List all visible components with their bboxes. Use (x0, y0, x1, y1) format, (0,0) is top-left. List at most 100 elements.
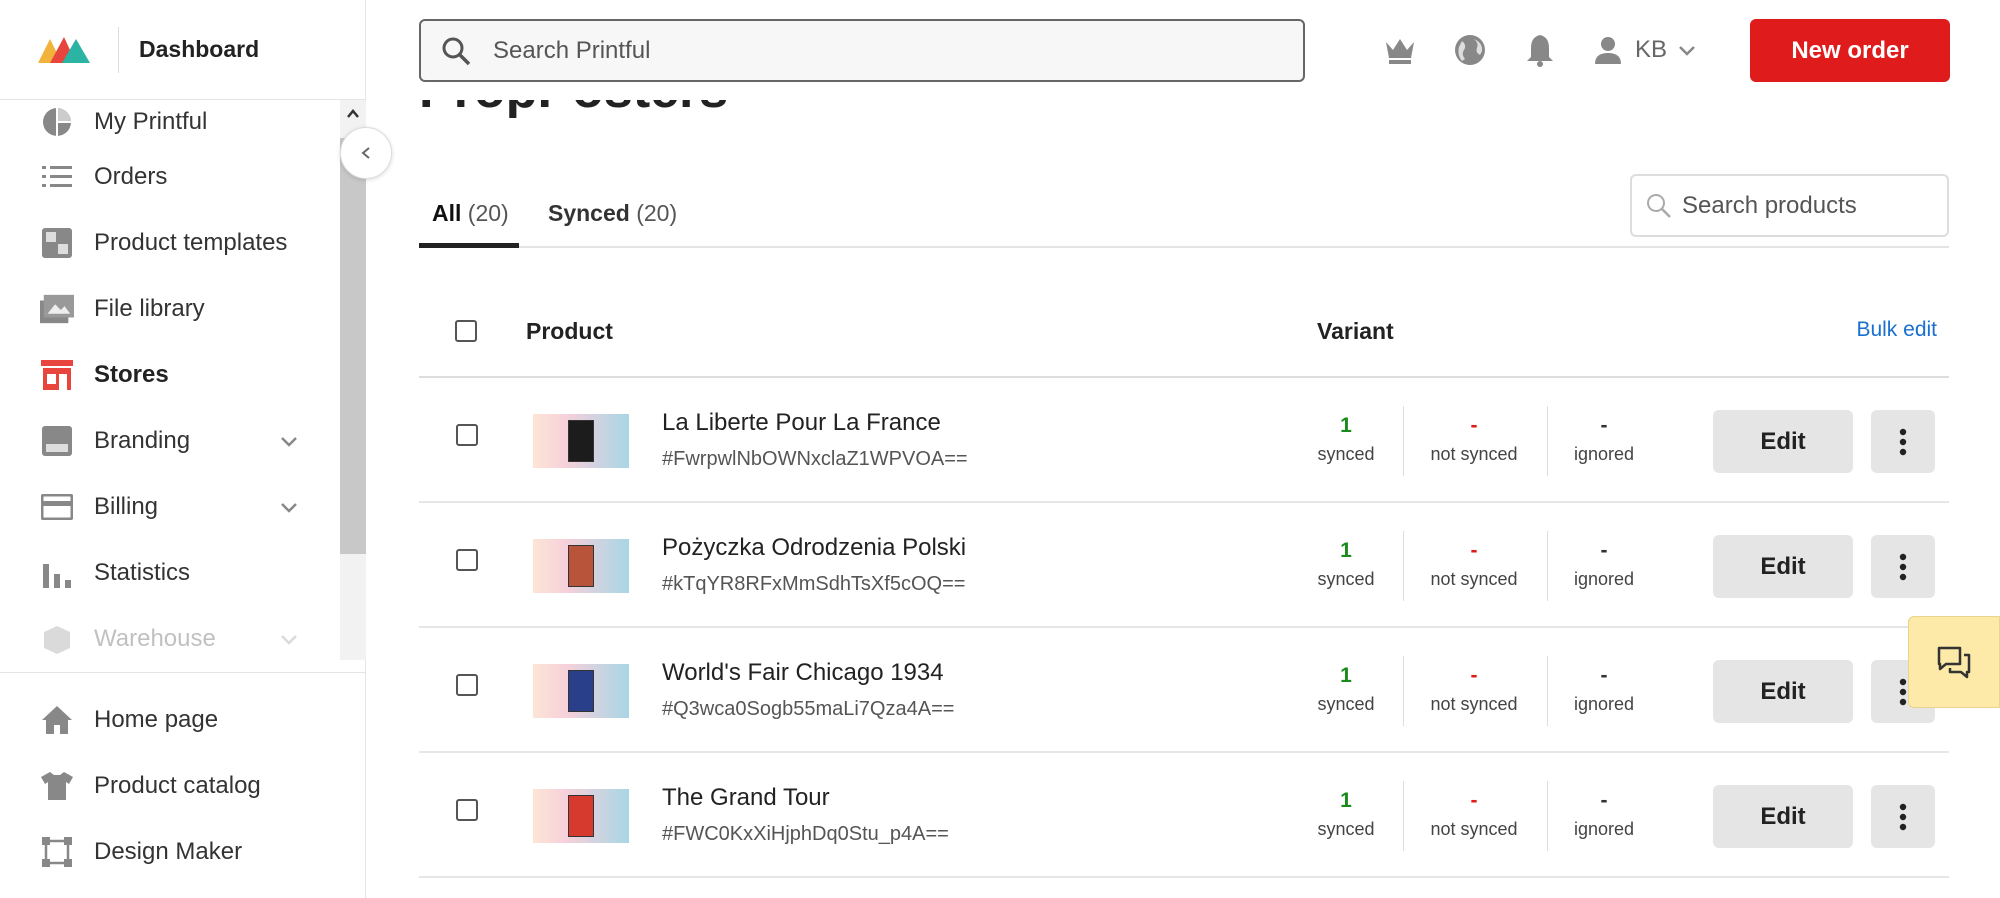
edit-button[interactable]: Edit (1713, 410, 1853, 473)
sidebar-scrollbar[interactable] (340, 100, 366, 660)
global-search-input[interactable] (493, 36, 1253, 65)
product-id: #FwrpwlNbOWNxclaZ1WPVOA== (662, 448, 968, 470)
ignored-value: - (1600, 664, 1608, 687)
table-row: World's Fair Chicago 1934 #Q3wca0Sogb55m… (419, 628, 1949, 753)
ignored-label: ignored (1573, 819, 1635, 839)
product-name[interactable]: La Liberte Pour La France (662, 409, 941, 437)
sidebar-item-file-library[interactable]: File library (0, 276, 366, 342)
images-icon (40, 292, 74, 326)
table-row: The Grand Tour #FWC0KxXiHjphDq0Stu_p4A==… (419, 753, 1949, 878)
sidebar-item-orders[interactable]: Orders (0, 144, 366, 210)
sidebar-item-product-catalog[interactable]: Product catalog (0, 753, 366, 819)
more-options-button[interactable] (1871, 535, 1935, 598)
edit-button[interactable]: Edit (1713, 660, 1853, 723)
product-search[interactable] (1630, 174, 1949, 237)
synced-count: 1 synced (1281, 789, 1411, 840)
printful-logo-icon[interactable] (38, 35, 98, 65)
globe-icon[interactable] (1452, 32, 1488, 68)
poster-image (568, 670, 594, 712)
tab-count: (20) (467, 200, 509, 226)
synced-label: synced (1317, 444, 1375, 464)
user-initials: KB (1635, 36, 1668, 63)
synced-value: 1 (1340, 664, 1352, 687)
sidebar-item-warehouse[interactable]: Warehouse (0, 606, 366, 672)
sidebar-item-label: Warehouse (94, 625, 216, 652)
tab-label: All (432, 200, 462, 226)
poster-image (568, 795, 594, 837)
ignored-count: - ignored (1539, 414, 1669, 465)
ignored-value: - (1600, 789, 1608, 812)
home-icon (40, 703, 74, 737)
table-header: Product Variant Bulk edit (419, 284, 1949, 378)
not-synced-count: - not synced (1409, 664, 1539, 715)
kebab-menu-icon (1899, 553, 1907, 580)
search-icon (1647, 193, 1671, 218)
bulk-edit-link[interactable]: Bulk edit (1856, 318, 1937, 342)
sidebar-item-branding[interactable]: Branding (0, 408, 366, 474)
tab-synced[interactable]: Synced (20) (548, 200, 677, 248)
sidebar-item-label: Product templates (94, 229, 288, 256)
not-synced-count: - not synced (1409, 789, 1539, 840)
store-icon (40, 358, 74, 392)
scrollbar-thumb[interactable] (340, 138, 366, 554)
synced-count: 1 synced (1281, 539, 1411, 590)
more-options-button[interactable] (1871, 785, 1935, 848)
product-name[interactable]: The Grand Tour (662, 784, 830, 812)
global-search[interactable] (419, 19, 1305, 82)
chat-button[interactable] (1908, 616, 2000, 708)
chevron-down-icon[interactable] (278, 628, 300, 650)
not-synced-value: - (1470, 414, 1478, 437)
product-thumbnail[interactable] (533, 414, 629, 468)
sidebar: Dashboard My Printful Orders Product tem… (0, 0, 366, 898)
row-checkbox[interactable] (456, 549, 478, 571)
main-content: PropPosters All (20) Synced (20) Product… (419, 0, 1949, 898)
synced-value: 1 (1340, 414, 1352, 437)
select-all-checkbox[interactable] (455, 320, 477, 342)
chevron-down-icon (1679, 46, 1695, 56)
chevron-down-icon[interactable] (278, 496, 300, 518)
chevron-down-icon[interactable] (278, 430, 300, 452)
scroll-up-arrow-icon[interactable] (345, 106, 361, 122)
sidebar-title[interactable]: Dashboard (139, 36, 259, 63)
divider (1403, 531, 1404, 601)
user-menu[interactable]: KB (1593, 30, 1697, 70)
not-synced-label: not synced (1430, 444, 1518, 464)
template-icon (40, 226, 74, 260)
edit-button[interactable]: Edit (1713, 535, 1853, 598)
synced-label: synced (1317, 694, 1375, 714)
not-synced-count: - not synced (1409, 414, 1539, 465)
more-options-button[interactable] (1871, 410, 1935, 473)
sidebar-item-home-page[interactable]: Home page (0, 687, 366, 753)
product-name[interactable]: World's Fair Chicago 1934 (662, 659, 944, 687)
tab-all[interactable]: All (20) (419, 200, 519, 248)
not-synced-value: - (1470, 539, 1478, 562)
product-thumbnail[interactable] (533, 664, 629, 718)
ignored-count: - ignored (1539, 789, 1669, 840)
product-thumbnail[interactable] (533, 789, 629, 843)
sidebar-item-statistics[interactable]: Statistics (0, 540, 366, 606)
sidebar-item-my-printful[interactable]: My Printful (0, 100, 366, 144)
product-search-input[interactable] (1682, 191, 1942, 220)
product-name[interactable]: Pożyczka Odrodzenia Polski (662, 534, 966, 562)
bell-icon[interactable] (1522, 32, 1558, 68)
sidebar-item-stores[interactable]: Stores (0, 342, 366, 408)
product-thumbnail[interactable] (533, 539, 629, 593)
sidebar-item-label: Stores (94, 361, 169, 388)
sidebar-item-billing[interactable]: Billing (0, 474, 366, 540)
edit-button[interactable]: Edit (1713, 785, 1853, 848)
row-checkbox[interactable] (456, 424, 478, 446)
tab-count: (20) (636, 200, 678, 226)
sidebar-item-product-templates[interactable]: Product templates (0, 210, 366, 276)
new-order-button[interactable]: New order (1750, 19, 1950, 82)
poster-image (568, 420, 594, 462)
not-synced-value: - (1470, 664, 1478, 687)
sidebar-collapse-button[interactable] (340, 127, 392, 179)
row-checkbox[interactable] (456, 799, 478, 821)
sidebar-item-design-maker[interactable]: Design Maker (0, 819, 366, 885)
crown-icon[interactable] (1382, 32, 1418, 68)
sidebar-item-label: Product catalog (94, 772, 261, 799)
sidebar-item-label: Billing (94, 493, 159, 520)
ignored-label: ignored (1573, 444, 1635, 464)
row-checkbox[interactable] (456, 674, 478, 696)
sidebar-item-label: Branding (94, 427, 191, 454)
